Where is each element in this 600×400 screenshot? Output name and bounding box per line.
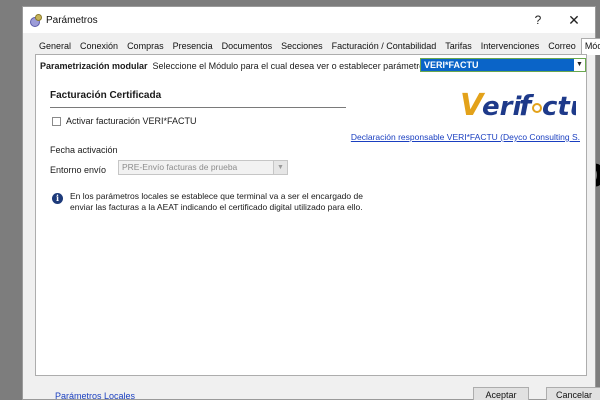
chevron-down-icon[interactable]: ▼ [273, 161, 287, 174]
info-icon: i [52, 193, 63, 204]
logo-letter-f: f [519, 89, 535, 122]
close-button[interactable]: ✕ [557, 7, 591, 33]
section-title: Facturación Certificada [50, 90, 162, 101]
tab-tarifas[interactable]: Tarifas [441, 38, 476, 54]
module-select[interactable]: VERI*FACTU ▼ [420, 58, 586, 72]
tab-correo[interactable]: Correo [544, 38, 580, 54]
app-icon [29, 14, 42, 27]
environment-select-value: PRE-Envío facturas de prueba [122, 162, 238, 172]
environment-select[interactable]: PRE-Envío facturas de prueba ▼ [118, 160, 288, 175]
verifactu-logo: V eri f ctu [460, 88, 576, 123]
logo-star-icon [532, 103, 542, 113]
tab-secciones[interactable]: Secciones [277, 38, 327, 54]
module-label: Parametrización modular [40, 61, 148, 71]
tab-compras[interactable]: Compras [123, 38, 168, 54]
parameters-dialog: Parámetros ? ✕ General Conexión Compras … [22, 6, 600, 400]
environment-label: Entorno envío [50, 165, 107, 175]
declaration-link[interactable]: Declaración responsable VERI*FACTU (Deyc… [351, 132, 580, 142]
cancel-button[interactable]: Cancelar [546, 387, 600, 400]
tab-strip: General Conexión Compras Presencia Docum… [35, 37, 600, 55]
local-parameters-link[interactable]: Parámetros Locales [55, 391, 135, 400]
logo-text-ctu: ctu [542, 92, 576, 122]
accept-button[interactable]: Aceptar [473, 387, 529, 400]
module-selector-row: Parametrización modular Seleccione el Mó… [40, 58, 586, 72]
tab-presencia[interactable]: Presencia [169, 38, 217, 54]
activate-verifactu-checkbox[interactable] [52, 116, 61, 126]
tab-documentos[interactable]: Documentos [218, 38, 277, 54]
info-text: En los parámetros locales se establece q… [70, 191, 363, 212]
help-button[interactable]: ? [521, 7, 555, 33]
title-bar: Parámetros ? ✕ [23, 7, 595, 33]
module-prompt: Seleccione el Módulo para el cual desea … [152, 61, 432, 71]
activate-verifactu-row[interactable]: Activar facturación VERI*FACTU [52, 116, 197, 126]
tab-intervenciones[interactable]: Intervenciones [477, 38, 544, 54]
logo-text-eri: eri [482, 92, 522, 122]
tab-facturacion-contabilidad[interactable]: Facturación / Contabilidad [328, 38, 441, 54]
module-select-value: VERI*FACTU [424, 60, 479, 70]
section-divider [50, 107, 346, 108]
activate-verifactu-label: Activar facturación VERI*FACTU [66, 116, 197, 126]
tab-conexion[interactable]: Conexión [76, 38, 122, 54]
chevron-down-icon[interactable]: ▼ [574, 59, 585, 71]
activation-date-label: Fecha activación [50, 145, 118, 155]
window-title: Parámetros [46, 14, 98, 26]
tab-modulos[interactable]: Módulos [580, 38, 600, 55]
modules-panel: Parametrización modular Seleccione el Mó… [35, 54, 587, 376]
tab-general[interactable]: General [35, 38, 75, 54]
